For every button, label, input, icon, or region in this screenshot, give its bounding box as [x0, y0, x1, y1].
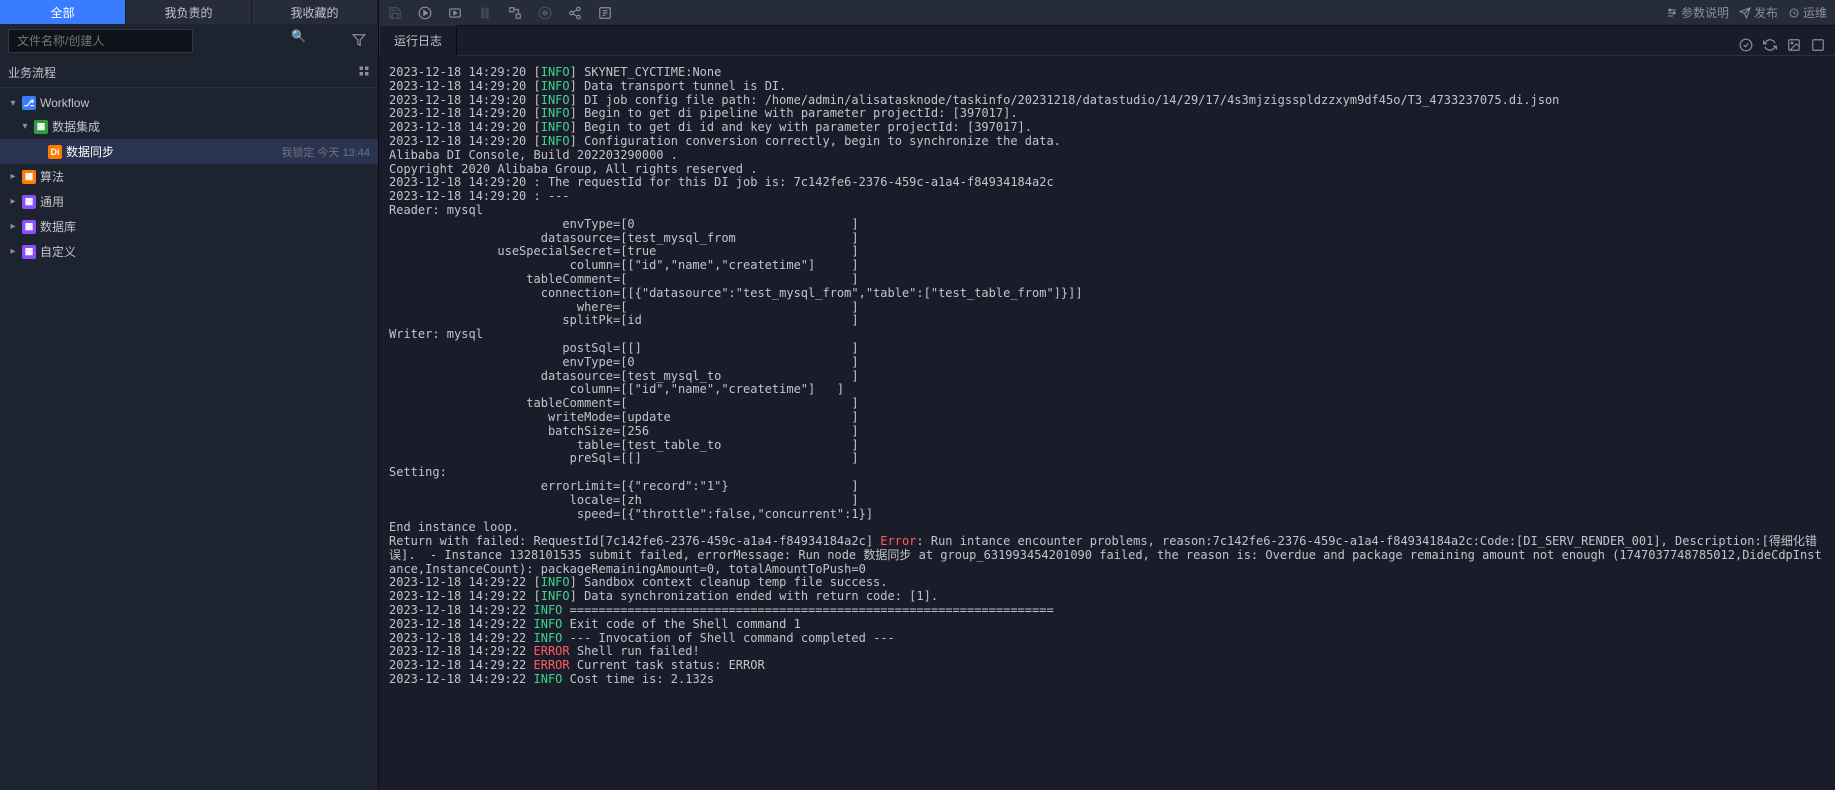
log-tabs: 运行日志: [379, 26, 1835, 56]
share-icon[interactable]: [567, 5, 583, 21]
log-output[interactable]: 2023-12-18 14:29:20 [INFO] SKYNET_CYCTIM…: [379, 56, 1835, 790]
sidebar-tabs: 全部我负责的我收藏的: [0, 0, 378, 24]
tree-item-label: Workflow: [40, 96, 89, 110]
tree-item-4[interactable]: ▸ ▦ 通用: [0, 189, 378, 214]
grid-view-icon[interactable]: [358, 65, 370, 80]
transform-icon[interactable]: [507, 5, 523, 21]
folder-purple-icon: ▦: [22, 195, 36, 209]
search-input[interactable]: [8, 29, 193, 53]
tree-item-label: 自定义: [40, 243, 76, 260]
chevron-icon: ▸: [8, 171, 18, 182]
section-title: 业务流程: [8, 64, 56, 81]
tree-item-label: 通用: [40, 193, 64, 210]
sidebar-tab-2[interactable]: 我收藏的: [252, 0, 378, 24]
tree-item-label: 数据库: [40, 218, 76, 235]
tree-item-label: 数据集成: [52, 118, 100, 135]
tree-item-label: 算法: [40, 168, 64, 185]
run-with-param-icon[interactable]: [447, 5, 463, 21]
check-icon[interactable]: [1739, 38, 1753, 55]
stop-icon[interactable]: [477, 5, 493, 21]
folder-purple-icon: ▦: [22, 245, 36, 259]
di-icon: Di: [48, 145, 62, 159]
chevron-icon: ▸: [8, 196, 18, 207]
folder-purple-icon: ▦: [22, 220, 36, 234]
tree-item-meta: 我锁定 今天 13:44: [281, 144, 370, 160]
refresh-icon[interactable]: [1763, 38, 1777, 55]
chevron-icon: ▸: [8, 221, 18, 232]
tree-item-5[interactable]: ▸ ▦ 数据库: [0, 214, 378, 239]
flow-icon: ⎇: [22, 96, 36, 110]
chevron-icon: ▾: [8, 98, 18, 109]
tree-item-0[interactable]: ▾ ⎇ Workflow: [0, 92, 378, 114]
chevron-icon: ▾: [20, 121, 30, 132]
sidebar-tab-0[interactable]: 全部: [0, 0, 126, 24]
file-tree: ▾ ⎇ Workflow ▾ ▦ 数据集成 Di 数据同步 我锁定 今天 13:44 ▸ ▦ 算法 ▸ ▦…: [0, 88, 378, 268]
tree-item-2[interactable]: Di 数据同步 我锁定 今天 13:44: [0, 139, 378, 164]
search-icon: 🔍: [291, 29, 306, 43]
tree-item-label: 数据同步: [66, 143, 114, 160]
main-panel: 参数说明 发布 运维 运行日志 2023-12-18 14:29:20 [INF…: [379, 0, 1835, 790]
sql-icon[interactable]: [597, 5, 613, 21]
record-icon[interactable]: [537, 5, 553, 21]
tree-item-1[interactable]: ▾ ▦ 数据集成: [0, 114, 378, 139]
chevron-icon: ▸: [8, 246, 18, 257]
tree-item-6[interactable]: ▸ ▦ 自定义: [0, 239, 378, 264]
run-icon[interactable]: [417, 5, 433, 21]
sidebar: 全部我负责的我收藏的 🔍 业务流程 ▾ ⎇ Workflow ▾ ▦ 数据集成 Di 数据同步…: [0, 0, 379, 790]
publish-button[interactable]: 发布: [1739, 4, 1778, 21]
tree-item-3[interactable]: ▸ ▦ 算法: [0, 164, 378, 189]
toolbar: 参数说明 发布 运维: [379, 0, 1835, 26]
ops-button[interactable]: 运维: [1788, 4, 1827, 21]
save-icon[interactable]: [387, 5, 403, 21]
param-desc-button[interactable]: 参数说明: [1666, 4, 1729, 21]
folder-green-icon: ▦: [34, 120, 48, 134]
image-icon[interactable]: [1787, 38, 1801, 55]
tab-run-log[interactable]: 运行日志: [379, 25, 457, 56]
filter-icon[interactable]: [348, 31, 370, 52]
folder-orange-icon: ▦: [22, 170, 36, 184]
sidebar-tab-1[interactable]: 我负责的: [126, 0, 252, 24]
expand-icon[interactable]: [1811, 38, 1825, 55]
